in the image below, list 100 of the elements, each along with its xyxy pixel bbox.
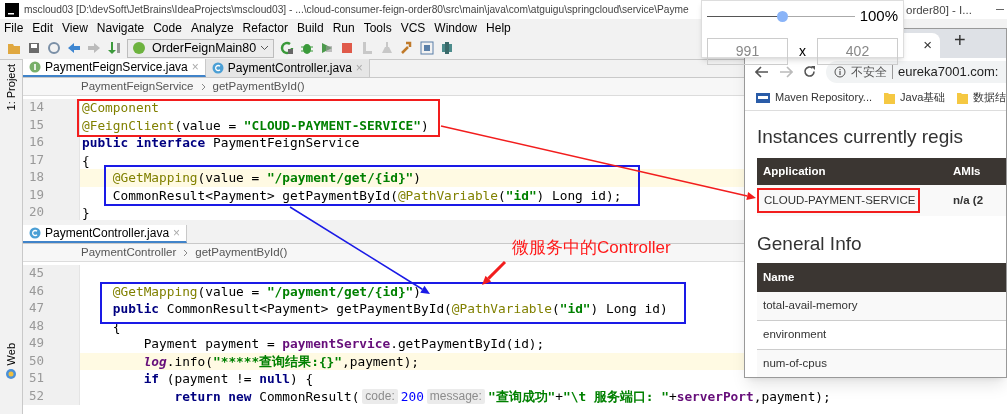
- menu-item[interactable]: Help: [485, 19, 512, 37]
- table-cell-text: total-avail-memory: [763, 298, 858, 314]
- width-field[interactable]: 991: [707, 37, 788, 65]
- line-number: 52: [29, 386, 45, 405]
- code-line: CommonResult<Payment> getPaymentById(@PathVariable("id") Long id);: [111, 187, 622, 203]
- breadcrumb-item[interactable]: getPaymentById(): [195, 243, 288, 262]
- run-configuration-dropdown[interactable]: OrderFeignMain80: [127, 38, 275, 58]
- editor-tab[interactable]: PaymentController.java ×: [205, 59, 370, 77]
- bookmark[interactable]: 数据结: [957, 89, 1006, 106]
- table-cell-text: n/a (2: [953, 192, 984, 208]
- times-sign: x: [799, 41, 806, 61]
- code-line: @GetMapping(value = "/payment/get/{id}"): [111, 170, 421, 186]
- annotation-note: 微服务中的Controller: [512, 237, 671, 259]
- menu-item[interactable]: Navigate: [95, 19, 146, 37]
- web-tool-tab[interactable]: Web: [2, 342, 20, 365]
- line-number: 19: [29, 185, 45, 204]
- debug-icon[interactable]: [300, 41, 315, 55]
- code-line: public CommonResult<Payment> getPaymentById(@PathVariable("id") Long id): [111, 301, 668, 317]
- zoom-slider[interactable]: [707, 10, 855, 22]
- chevron-icon: [260, 45, 270, 51]
- bookmark[interactable]: Maven Repository...: [756, 89, 872, 106]
- close-tab-button[interactable]: ×: [923, 34, 932, 57]
- forward-arrow-icon[interactable]: [87, 41, 101, 55]
- section-heading: General Info: [757, 232, 863, 256]
- sync-icon[interactable]: [47, 41, 61, 55]
- stop-icon[interactable]: [340, 41, 355, 55]
- menu-item[interactable]: View: [61, 19, 89, 37]
- line-number: 45: [29, 264, 45, 283]
- editor-tab[interactable]: PaymentController.java ×: [23, 225, 188, 243]
- code-line: @GetMapping(value = "/payment/get/{id}"): [111, 283, 421, 299]
- column-header: AMIs: [953, 163, 981, 179]
- minimize-icon: [996, 9, 1004, 11]
- site-icon: [756, 92, 770, 103]
- menu-item[interactable]: Tools: [362, 19, 393, 37]
- code-line: {: [81, 152, 90, 168]
- forward-arrow-icon[interactable]: [779, 65, 793, 78]
- rerun-icon[interactable]: [280, 41, 295, 55]
- menu-item[interactable]: Window: [433, 19, 479, 37]
- bookmark[interactable]: Java基础: [884, 89, 946, 106]
- folder-icon: [884, 91, 895, 104]
- height-field[interactable]: 402: [817, 37, 898, 65]
- code-line: Payment payment = paymentService.getPaymentById(id);: [142, 336, 545, 352]
- save-icon[interactable]: [27, 41, 41, 55]
- globe-icon: [5, 368, 17, 380]
- line-number: 15: [29, 115, 45, 134]
- menu-item[interactable]: Build: [295, 19, 325, 37]
- line-number: 50: [29, 351, 45, 370]
- line-number: 18: [29, 168, 45, 187]
- line-number: 20: [29, 203, 45, 220]
- line-number: 46: [29, 281, 45, 300]
- address-bar[interactable]: 不安全 eureka7001.com:: [826, 60, 1006, 83]
- code-line: }: [81, 205, 90, 220]
- code-line: public interface PaymentFeignService: [81, 135, 360, 151]
- reload-icon[interactable]: [803, 65, 816, 78]
- line-number: 17: [29, 150, 45, 169]
- class-file-icon: [211, 62, 224, 74]
- code-line: return new CommonResult( code: 200 message: "查询成功"+"\t 服务端口: "+serverPort,payment);: [173, 388, 831, 404]
- menu-item[interactable]: Refactor: [241, 19, 289, 37]
- breadcrumb-item[interactable]: PaymentFeignService: [81, 77, 194, 96]
- line-number: 47: [29, 299, 45, 318]
- project-tool-tab[interactable]: 1: Project: [2, 64, 20, 111]
- column-header: Application: [763, 163, 827, 179]
- menu-item[interactable]: VCS: [399, 19, 427, 37]
- line-number: 49: [29, 334, 45, 353]
- table-cell: CLOUD-PAYMENT-SERVICE: [764, 193, 916, 206]
- window-title: mscloud03 [D:\devSoft\JetBrains\IdeaProjects\mscloud03] - ...\cloud-consumer-feign-order80\src\main\java\com\atguigu\springcloud\service\Payme: [24, 2, 689, 17]
- line-number: 48: [29, 316, 45, 335]
- new-tab-button[interactable]: +: [954, 29, 966, 55]
- build-icon[interactable]: [107, 41, 121, 55]
- interface-file-icon: [29, 61, 41, 73]
- slider-thumb[interactable]: [776, 10, 788, 22]
- editor-tab[interactable]: PaymentFeignService.java ×: [23, 59, 206, 77]
- code-line: if (payment != null) {: [142, 371, 314, 387]
- page-heading: Instances currently regis: [757, 125, 964, 149]
- chevron-icon: [183, 248, 189, 257]
- line-number: 14: [29, 98, 45, 117]
- folder-icon: [957, 91, 969, 104]
- coverage-icon[interactable]: [320, 41, 335, 55]
- window-title: order80] - I...: [906, 3, 972, 18]
- code-line: @FeignClient(value = "CLOUD-PAYMENT-SERVICE"): [81, 117, 429, 133]
- line-number: 51: [29, 369, 45, 388]
- open-folder-icon[interactable]: [7, 41, 21, 55]
- structure-icon[interactable]: [420, 41, 435, 55]
- menu-item[interactable]: Run: [331, 19, 356, 37]
- menu-item[interactable]: File: [3, 19, 25, 37]
- menu-item[interactable]: Code: [152, 19, 183, 37]
- class-file-icon: [29, 227, 41, 239]
- code-line: @Component: [81, 100, 160, 116]
- code-line: log.info("*****查询结果:{}",payment);: [142, 353, 420, 369]
- breadcrumb-item[interactable]: PaymentController: [81, 243, 177, 262]
- breadcrumb-item[interactable]: getPaymentById(): [212, 77, 305, 96]
- column-header: Name: [763, 269, 795, 285]
- info-icon: [834, 65, 846, 78]
- table-cell-text: num-of-cpus: [763, 356, 827, 372]
- chevron-icon: [200, 82, 206, 91]
- back-arrow-icon[interactable]: [755, 65, 769, 78]
- zoom-percent: 100%: [859, 6, 898, 26]
- back-arrow-icon[interactable]: [67, 41, 81, 55]
- menu-item[interactable]: Edit: [31, 19, 55, 37]
- menu-item[interactable]: Analyze: [189, 19, 235, 37]
